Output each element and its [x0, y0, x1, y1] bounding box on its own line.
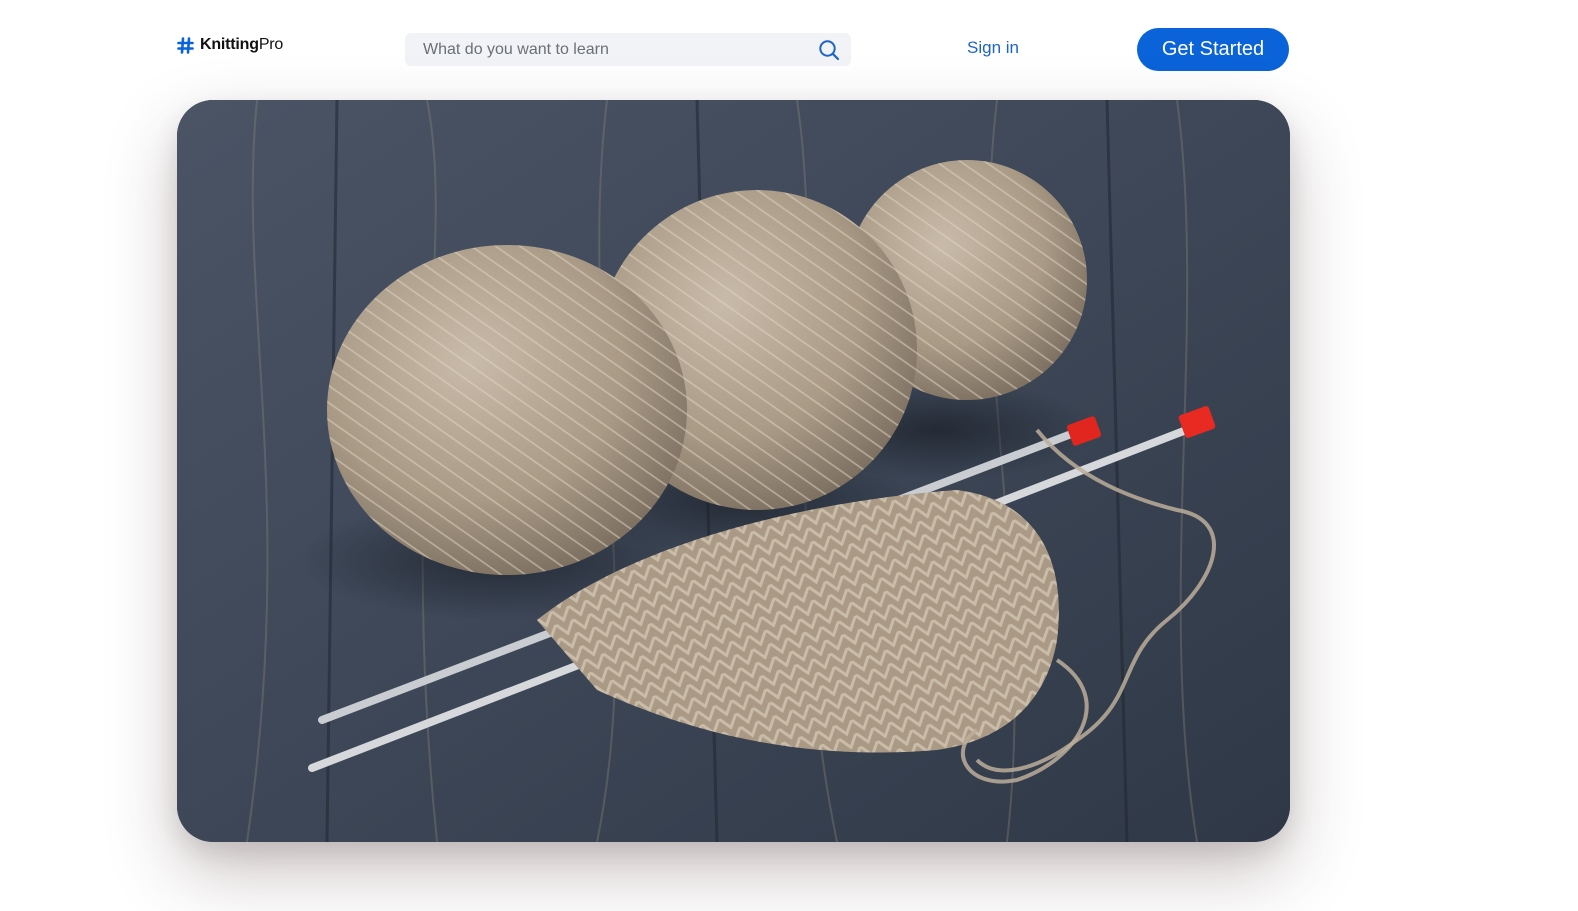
brand-name-light: Pro	[258, 36, 284, 53]
search-button[interactable]	[817, 38, 841, 62]
hash-icon	[177, 36, 194, 54]
search-icon	[819, 39, 840, 60]
hero-image	[177, 100, 1290, 842]
brand-logo[interactable]: KnittingPro	[177, 34, 283, 56]
yarn-ball	[327, 245, 687, 575]
brand-name-bold: Knitting	[200, 36, 259, 53]
brand-name: KnittingPro	[200, 36, 283, 54]
search-bar	[405, 33, 851, 66]
yarn-knitting-photo	[177, 100, 1290, 842]
get-started-button[interactable]: Get Started	[1137, 28, 1289, 71]
sign-in-link[interactable]: Sign in	[967, 38, 1019, 58]
search-input[interactable]	[421, 39, 817, 60]
top-navbar: KnittingPro Sign in Get Started	[0, 0, 1578, 100]
landing-page: KnittingPro Sign in Get Started	[0, 0, 1578, 911]
